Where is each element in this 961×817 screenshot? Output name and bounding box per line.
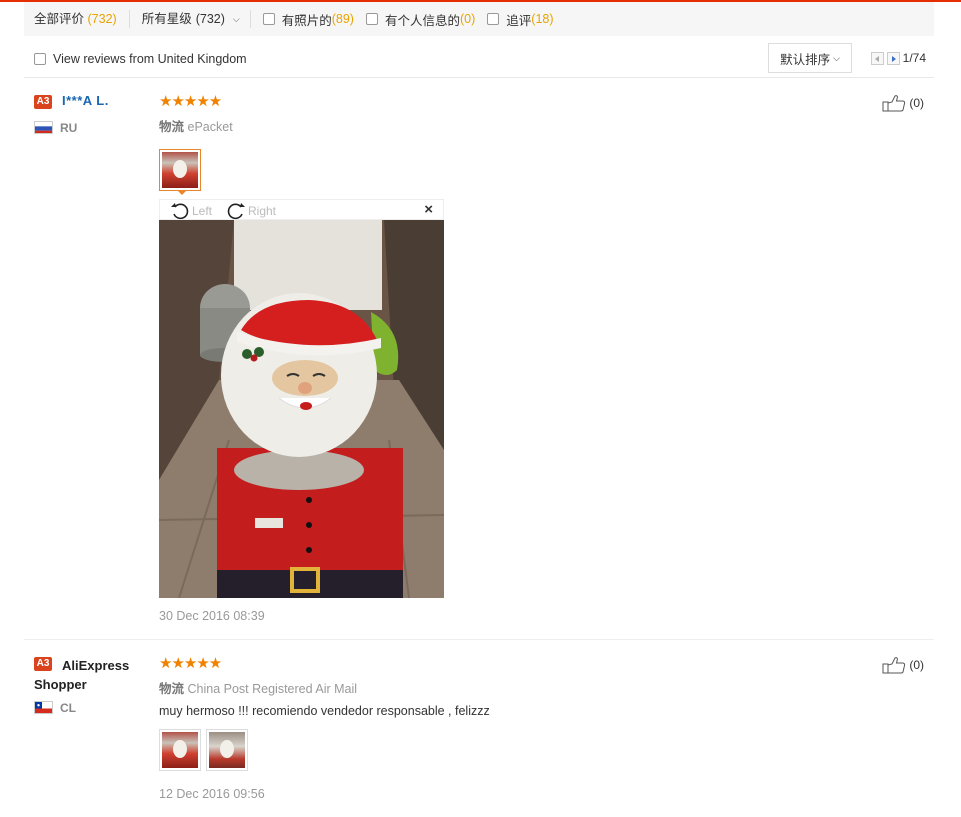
russia-flag-icon	[34, 121, 53, 134]
sort-dropdown[interactable]: 默认排序 ⌵	[768, 43, 852, 73]
review-date: 30 Dec 2016 08:39	[159, 609, 265, 623]
next-page-button[interactable]	[886, 51, 900, 65]
reviewer-name[interactable]: AliExpress Shopper	[34, 656, 154, 694]
thumbs-up-icon	[882, 95, 906, 112]
selected-thumbnail-pointer	[177, 190, 187, 195]
pagination: 1/74	[870, 51, 926, 65]
filter-followup-label: 追评	[506, 13, 532, 28]
sort-label: 默认排序	[780, 52, 831, 67]
filter-personal-count: (0)	[459, 12, 476, 26]
prev-page-button[interactable]	[870, 51, 884, 65]
filter-follow-up[interactable]: 追评 (18)	[487, 10, 554, 28]
rotate-left-icon	[171, 203, 189, 220]
logistics-info: 物流 China Post Registered Air Mail	[159, 678, 357, 697]
logistics-info: 物流 ePacket	[159, 116, 233, 135]
logistics-method: China Post Registered Air Mail	[187, 682, 358, 696]
reviewer-name[interactable]: I***A L.	[62, 93, 109, 108]
review-item: A3 AliExpress Shopper CL ★★★★★ 物流 China …	[24, 648, 934, 817]
filter-with-photos[interactable]: 有照片的 (89)	[262, 10, 354, 28]
rotate-right-icon	[227, 203, 245, 220]
star-rating: ★★★★★	[159, 93, 222, 110]
close-viewer-button[interactable]: ×	[424, 201, 433, 218]
santa-toilet-cover-photo	[159, 220, 444, 598]
rotate-right-label: Right	[248, 204, 277, 218]
review-comment: muy hermoso !!! recomiendo vendedor resp…	[159, 704, 490, 718]
reviewer-country: RU	[60, 121, 78, 135]
photo-viewer-toolbar: Left Right ×	[159, 199, 444, 220]
filter-star-dropdown[interactable]: 所有星级 (732) ⌵	[130, 10, 251, 28]
reviewer-country: CL	[60, 701, 76, 715]
thumbs-up-icon	[882, 657, 906, 674]
rotate-right-button[interactable]: Right	[226, 202, 276, 220]
helpful-button[interactable]: (0)	[882, 656, 924, 674]
filter-all-reviews[interactable]: 全部评价 (732)	[24, 10, 130, 28]
logistics-method: ePacket	[187, 120, 233, 134]
uk-filter-row: View reviews from United Kingdom 默认排序 ⌵ …	[24, 40, 934, 78]
thumbnail-image	[209, 732, 245, 768]
filter-with-personal-info[interactable]: 有个人信息的 (0)	[365, 10, 476, 28]
review-photo-thumbnail[interactable]	[206, 729, 248, 771]
uk-reviews-label[interactable]: View reviews from United Kingdom	[53, 52, 247, 66]
filter-stars-count: (732)	[195, 12, 225, 26]
rotate-left-button[interactable]: Left	[170, 202, 212, 220]
review-item: A3 I***A L. RU ★★★★★ 物流 ePacket (0) Left…	[24, 86, 934, 640]
logistics-label: 物流	[159, 682, 185, 696]
thumbnail-image	[162, 732, 198, 768]
filter-photos-count: (89)	[331, 12, 354, 26]
helpful-count: (0)	[909, 658, 924, 672]
thumbnail-image	[162, 152, 198, 188]
star-rating: ★★★★★	[159, 655, 222, 672]
rotate-left-label: Left	[192, 204, 213, 218]
review-photo-large	[159, 220, 444, 598]
page-indicator: 1/74	[902, 51, 926, 65]
arrow-left-icon	[874, 55, 879, 62]
filter-all-label: 全部评价	[34, 12, 85, 26]
arrow-right-icon	[891, 55, 896, 62]
logistics-label: 物流	[159, 120, 185, 134]
chevron-down-icon: ⌵	[833, 52, 840, 63]
review-date: 12 Dec 2016 09:56	[159, 787, 265, 801]
personal-info-checkbox[interactable]	[365, 13, 378, 25]
follow-up-checkbox[interactable]	[487, 13, 500, 25]
review-filter-bar: 全部评价 (732) 所有星级 (732) ⌵ 有照片的 (89) 有个人信息的…	[24, 2, 934, 36]
filter-stars-label: 所有星级	[141, 12, 192, 26]
filter-followup-count: (18)	[531, 12, 554, 26]
uk-reviews-checkbox[interactable]	[34, 52, 46, 65]
photos-checkbox[interactable]	[262, 13, 275, 25]
helpful-count: (0)	[909, 96, 924, 110]
chevron-down-icon: ⌵	[232, 14, 240, 24]
review-photo-thumbnail[interactable]	[159, 149, 201, 191]
helpful-button[interactable]: (0)	[882, 94, 924, 112]
filter-photos-label: 有照片的	[281, 13, 332, 28]
chile-flag-icon	[34, 701, 53, 714]
filter-personal-label: 有个人信息的	[384, 13, 460, 28]
review-photo-thumbnail[interactable]	[159, 729, 201, 771]
buyer-level-badge: A3	[34, 95, 52, 109]
filter-all-count: (732)	[87, 12, 117, 26]
